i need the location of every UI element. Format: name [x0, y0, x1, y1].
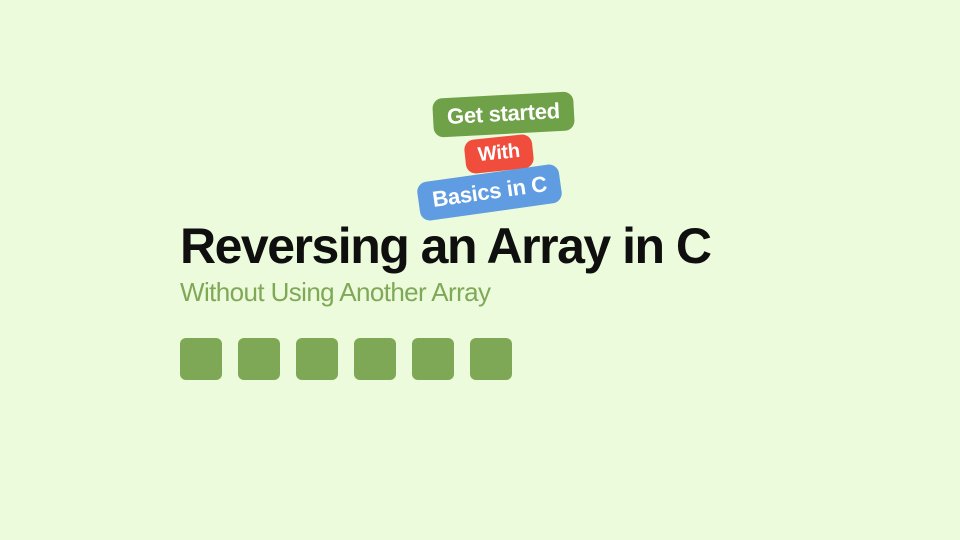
array-box [412, 338, 454, 380]
tag-get-started: Get started [432, 91, 575, 137]
main-content: Reversing an Array in C Without Using An… [180, 220, 711, 380]
array-box [180, 338, 222, 380]
array-box [354, 338, 396, 380]
subtitle: Without Using Another Array [180, 277, 711, 308]
title: Reversing an Array in C [180, 220, 711, 273]
array-box [238, 338, 280, 380]
tag-stack: Get started With Basics in C [403, 95, 603, 225]
tag-basics-in-c: Basics in C [416, 163, 563, 222]
array-boxes [180, 338, 711, 380]
array-box [296, 338, 338, 380]
array-box [470, 338, 512, 380]
